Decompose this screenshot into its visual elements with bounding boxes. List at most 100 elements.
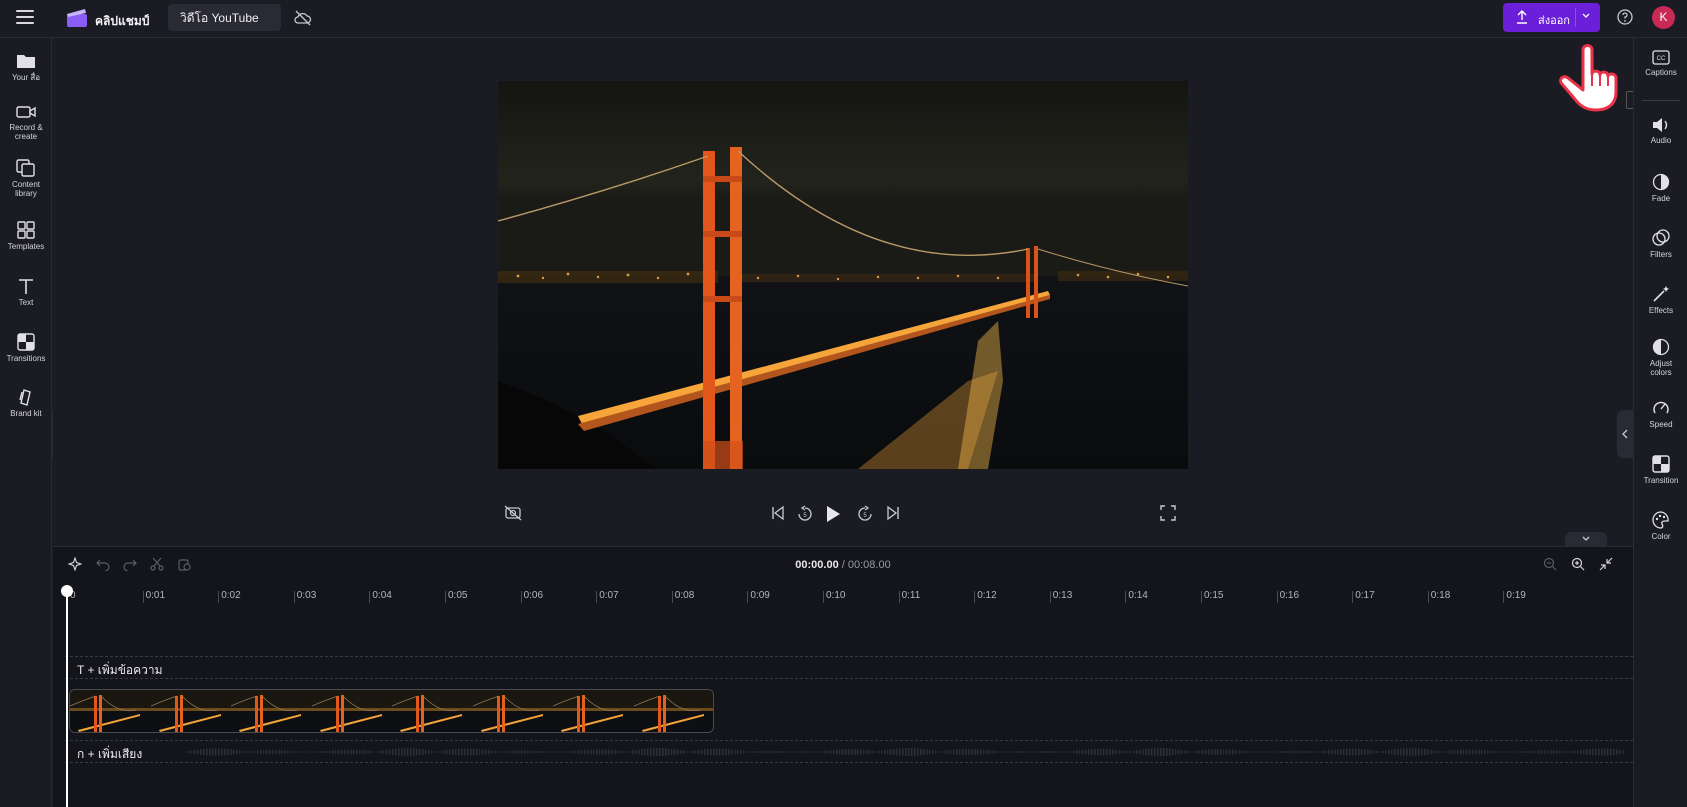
chevron-down-icon[interactable] (1581, 12, 1591, 20)
effects-icon (1653, 286, 1669, 302)
time-separator: / (838, 559, 848, 571)
sidebar-item-label: Brand kit (10, 409, 42, 418)
help-icon[interactable] (1616, 8, 1634, 26)
filters-icon (1652, 229, 1670, 246)
sidebar-item-transitions[interactable]: Transitions (0, 333, 52, 363)
sidebar-item-transition[interactable]: Transition (1634, 455, 1687, 485)
sidebar-item-label: Content library (11, 180, 41, 198)
ruler-tick-label: 0:06 (523, 590, 544, 601)
left-sidebar: Your สื่อ Record & create Content librar… (0, 38, 52, 807)
ruler-tick-label: 0:13 (1052, 590, 1073, 601)
timeline-ruler[interactable]: 0 0:01 0:02 0:03 0:04 0:05 0:06 0:07 0:08 0:09 0:1… (67, 587, 1633, 611)
cloud-off-icon[interactable] (293, 8, 313, 28)
clip-thumbnail (231, 690, 312, 732)
camera-off-icon[interactable] (504, 505, 522, 521)
sidebar-item-label: Transition (1643, 476, 1679, 485)
sidebar-item-templates[interactable]: Templates (0, 221, 52, 251)
sidebar-item-label: Record & create (9, 123, 43, 141)
library-icon (16, 159, 35, 177)
video-clip[interactable] (69, 689, 714, 733)
sidebar-item-captions[interactable]: CC Captions (1634, 50, 1687, 77)
skip-back-icon[interactable] (770, 505, 786, 521)
chevron-down-icon (1582, 536, 1590, 541)
play-icon[interactable] (824, 505, 842, 523)
sidebar-item-color[interactable]: Color (1634, 511, 1687, 541)
zoom-in-icon[interactable] (1571, 557, 1585, 571)
zoom-out-icon[interactable] (1543, 557, 1557, 571)
sidebar-item-label: Your สื่อ (11, 73, 41, 82)
sidebar-item-adjust-colors[interactable]: Adjust colors (1634, 338, 1687, 377)
brand-kit-icon (19, 389, 31, 406)
ruler-tick-label: 0:18 (1430, 590, 1451, 601)
transitions-icon (17, 333, 35, 351)
video-preview[interactable] (498, 81, 1188, 469)
clip-thumbnail (392, 690, 473, 732)
sidebar-item-filters[interactable]: Filters (1634, 229, 1687, 259)
sidebar-item-content-library[interactable]: Content library (0, 159, 52, 198)
sidebar-item-text[interactable]: Text (0, 277, 52, 307)
add-audio-track[interactable]: ก + เพิ่มเสียง (65, 740, 1633, 763)
rewind-5-icon[interactable]: 5 (796, 505, 814, 523)
audio-placeholder-waveform (185, 748, 1624, 756)
fit-timeline-icon[interactable] (1599, 557, 1613, 571)
add-audio-label: ก + เพิ่มเสียง (77, 747, 143, 761)
fade-icon (1652, 173, 1670, 191)
timeline: 00:00.00 / 00:08.00 0 0:01 0:02 0:03 0:04 0:0… (53, 546, 1633, 807)
export-button[interactable]: ส่งออก (1503, 3, 1600, 32)
skip-forward-icon[interactable] (885, 505, 901, 521)
export-label: ส่งออก (1538, 15, 1570, 27)
color-icon (1652, 511, 1669, 529)
sidebar-item-label: Fade (1651, 194, 1671, 203)
fullscreen-icon[interactable] (1160, 505, 1176, 521)
clip-thumbnail (553, 690, 634, 732)
expand-right-panel-button[interactable] (1617, 410, 1633, 458)
total-time: 00:08.00 (847, 559, 891, 571)
export-divider (1575, 8, 1576, 27)
clip-thumbnail (633, 690, 713, 732)
svg-text:CC: CC (1657, 56, 1666, 62)
chevron-left-icon (1622, 429, 1628, 439)
sidebar-item-audio[interactable]: Audio (1634, 117, 1687, 145)
ruler-tick-label: 0:09 (750, 590, 770, 601)
ruler-tick-label: 0:16 (1279, 590, 1300, 601)
avatar[interactable]: K (1652, 6, 1675, 29)
svg-text:5: 5 (803, 513, 807, 519)
sidebar-item-fade[interactable]: Fade (1634, 173, 1687, 203)
sidebar-item-speed[interactable]: Speed (1634, 399, 1687, 429)
sidebar-item-label: Transitions (6, 354, 46, 363)
sidebar-item-your-media[interactable]: Your สื่อ (0, 52, 52, 82)
sidebar-item-brand-kit[interactable]: Brand kit (0, 388, 52, 418)
sidebar-item-record-create[interactable]: Record & create (0, 104, 52, 141)
add-text-track[interactable]: T + เพิ่มข้อความ (65, 656, 1633, 679)
sidebar-item-label: Text (18, 298, 34, 307)
ruler-tick-label: 0:01 (145, 590, 166, 601)
ruler-tick-label: 0:10 (826, 590, 846, 601)
top-bar: คลิปแชมป์ วิดีโอ YouTube ส่งออก K (0, 0, 1687, 38)
clip-thumbnail (150, 690, 232, 732)
ruler-tick-label: 0:15 (1204, 590, 1224, 601)
sidebar-item-label: Speed (1649, 420, 1673, 429)
sidebar-item-label: Effects (1648, 306, 1674, 315)
clip-thumbnail (472, 690, 554, 732)
upload-icon (1517, 10, 1527, 24)
pointer-hand-icon (1559, 44, 1618, 112)
clipchamp-logo (67, 9, 87, 27)
camera-icon (16, 106, 36, 118)
project-title-input[interactable]: วิดีโอ YouTube (168, 4, 281, 31)
forward-5-icon[interactable]: 5 (856, 505, 874, 523)
sidebar-item-effects[interactable]: Effects (1634, 285, 1687, 315)
sidebar-item-label: Captions (1645, 68, 1677, 77)
clip-thumbnail (311, 690, 393, 732)
menu-icon[interactable] (16, 10, 34, 26)
templates-icon (17, 221, 35, 239)
sidebar-item-label: Adjust colors (1649, 359, 1673, 377)
ruler-tick-label: 0:07 (599, 590, 619, 601)
folder-icon (17, 55, 35, 68)
current-time: 00:00.00 (795, 559, 839, 571)
ruler-tick-label: 0:17 (1355, 590, 1375, 601)
adjust-colors-icon (1652, 338, 1670, 356)
ruler-tick-label: 0:08 (674, 590, 695, 601)
add-text-label: T + เพิ่มข้อความ (77, 663, 163, 677)
collapse-timeline-button[interactable] (1565, 532, 1607, 546)
playhead[interactable] (66, 591, 68, 807)
